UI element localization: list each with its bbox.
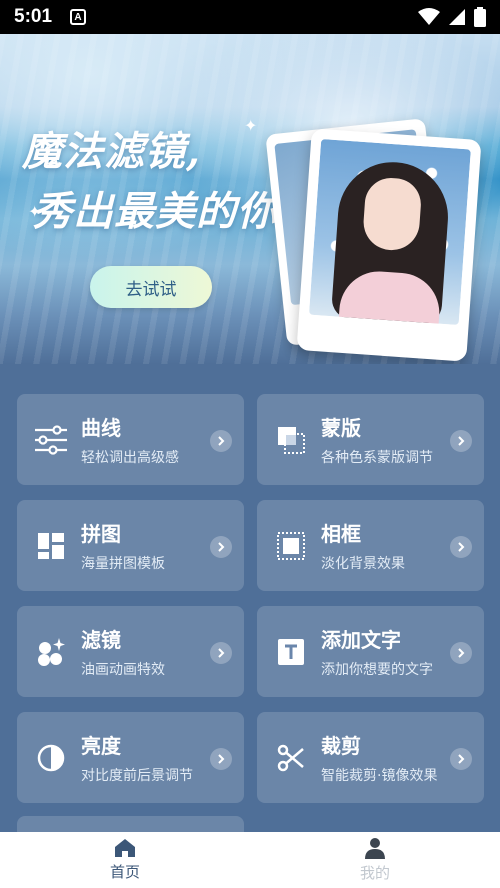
nav-home[interactable]: 首页 [0,832,250,888]
mask-layers-icon [261,394,321,485]
feature-subtitle: 对比度前后景调节 [81,768,193,784]
feature-subtitle: 添加你想要的文字 [321,662,433,678]
feature-title: 相框 [321,522,361,546]
signal-icon [449,9,465,25]
nav-profile-label: 我的 [359,864,390,882]
feature-title: 曲线 [81,416,121,440]
sparkle-icon: ✦ [244,116,258,135]
feature-subtitle: 油画动画特效 [81,662,165,678]
banner-title-line1: 魔法滤镜, [22,128,201,175]
feature-title: 添加文字 [321,628,401,652]
status-bar: 5:01 A [0,0,500,34]
chevron-right-icon [450,430,472,452]
feature-card-collage[interactable]: 拼图 海量拼图模板 [17,500,244,591]
portrait-image [308,139,471,326]
feature-title: 拼图 [81,522,121,546]
text-icon [261,606,321,697]
brightness-icon [21,712,81,803]
banner-title-line2: 秀出最美的你 [32,188,278,235]
nav-profile[interactable]: 我的 [250,832,500,888]
feature-card-brightness[interactable]: 亮度 对比度前后景调节 [17,712,244,803]
app-notification-icon: A [70,9,87,25]
status-indicators [418,7,486,27]
chevron-right-icon [210,748,232,770]
photo-card-front [296,128,482,362]
try-it-button[interactable]: 去试试 [90,266,212,308]
nav-home-label: 首页 [109,863,140,881]
feature-title: 裁剪 [321,734,361,758]
feature-card-add-text[interactable]: 添加文字 添加你想要的文字 [257,606,484,697]
feature-subtitle: 轻松调出高级感 [81,450,179,466]
hero-banner: 魔法滤镜, 秀出最美的你 ✦ ✦ [0,34,500,364]
feature-card-curves[interactable]: 曲线 轻松调出高级感 [17,394,244,485]
scissors-icon [261,712,321,803]
chevron-right-icon [450,536,472,558]
feature-title: 蒙版 [321,416,361,440]
feature-title: 滤镜 [81,628,121,652]
chevron-right-icon [450,748,472,770]
feature-subtitle: 智能裁剪·镜像效果 [321,768,438,784]
bottom-nav: 首页 我的 [0,832,500,888]
home-icon [115,839,135,857]
feature-subtitle: 海量拼图模板 [81,556,165,572]
chevron-right-icon [210,642,232,664]
feature-subtitle: 各种色系蒙版调节 [321,450,433,466]
profile-icon [365,838,385,859]
chevron-right-icon [210,430,232,452]
battery-icon [474,7,486,27]
feature-card-mask[interactable]: 蒙版 各种色系蒙版调节 [257,394,484,485]
status-time: 5:01 [14,6,53,27]
feature-card-frame[interactable]: 相框 淡化背景效果 [257,500,484,591]
chevron-right-icon [210,536,232,558]
frame-icon [261,500,321,591]
sparkle-icon: ✦ [28,202,42,221]
collage-icon [21,500,81,591]
chevron-right-icon [450,642,472,664]
feature-card-filter[interactable]: 滤镜 油画动画特效 [17,606,244,697]
feature-subtitle: 淡化背景效果 [321,556,405,572]
banner-title: 魔法滤镜, 秀出最美的你 [22,122,278,242]
filter-icon [21,606,81,697]
sliders-icon [21,394,81,485]
wifi-icon [418,8,440,25]
feature-card-crop[interactable]: 裁剪 智能裁剪·镜像效果 [257,712,484,803]
feature-title: 亮度 [81,734,121,758]
feature-grid: 曲线 轻松调出高级感 蒙版 各种色系蒙版调节 拼图 海量拼图模板 相框 淡化背景… [17,394,484,803]
